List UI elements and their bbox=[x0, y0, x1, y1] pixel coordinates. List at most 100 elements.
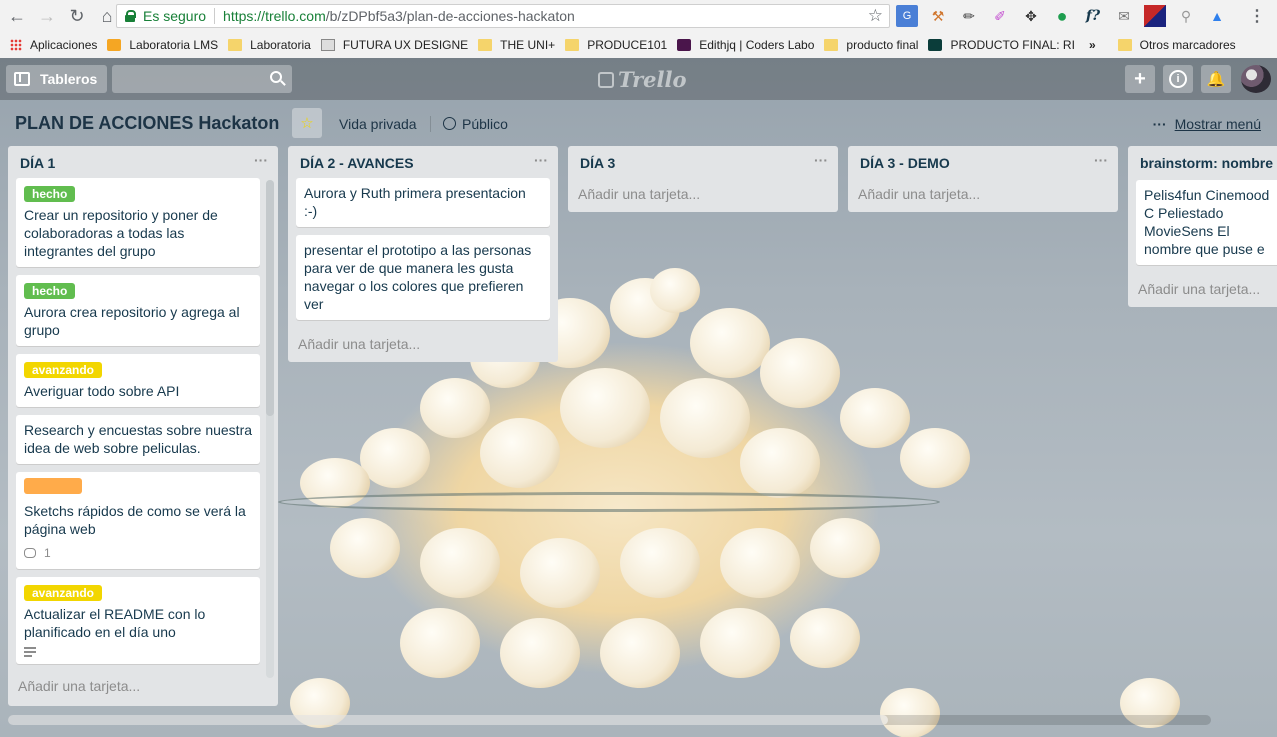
bookmark-laboratoria[interactable]: Laboratoria bbox=[228, 38, 311, 52]
pin-extension-icon[interactable]: ⚲ bbox=[1175, 5, 1197, 27]
list-card[interactable]: hecho Aurora crea repositorio y agrega a… bbox=[16, 275, 260, 346]
card-title: Sketchs rápidos de como se verá la págin… bbox=[24, 503, 246, 537]
bookmark-aplicaciones[interactable]: Aplicaciones bbox=[10, 38, 97, 52]
bookmark-label: Otros marcadores bbox=[1139, 38, 1236, 52]
list-menu-icon[interactable]: ··· bbox=[534, 152, 548, 168]
logo-text: Trello bbox=[618, 67, 687, 92]
notifications-button[interactable]: 🔔 bbox=[1201, 65, 1231, 93]
label-green[interactable]: hecho bbox=[24, 186, 76, 202]
forward-arrow-icon[interactable]: → bbox=[34, 3, 60, 29]
list-card[interactable]: Aurora y Ruth primera presentacion :-) bbox=[296, 178, 550, 227]
star-board-button[interactable]: ☆ bbox=[292, 108, 322, 138]
bookmark-laboratoria-lms[interactable]: Laboratoria LMS bbox=[107, 38, 218, 52]
comments-badge: 1 bbox=[24, 544, 252, 562]
info-icon: i bbox=[1169, 70, 1187, 88]
list-card[interactable]: Pelis4fun Cinemood C Peliestado MovieSen… bbox=[1136, 180, 1277, 265]
trello-logo-icon bbox=[598, 71, 614, 88]
list-title[interactable]: DÍA 3 bbox=[580, 155, 615, 171]
add-card-button[interactable]: Añadir una tarjeta... bbox=[8, 670, 278, 704]
scrollbar-thumb[interactable] bbox=[8, 715, 888, 725]
label-green[interactable]: hecho bbox=[24, 283, 76, 299]
bookmark-producto-final-trello[interactable]: PRODUCTO FINAL: RI bbox=[928, 38, 1075, 52]
list-card[interactable]: avanzando Actualizar el README con lo pl… bbox=[16, 577, 260, 664]
location-extension-icon[interactable]: ● bbox=[1051, 5, 1073, 27]
list-menu-icon[interactable]: ··· bbox=[254, 152, 268, 168]
create-button[interactable]: + bbox=[1125, 65, 1155, 93]
public-visibility-button[interactable]: Público bbox=[443, 116, 508, 132]
add-card-button[interactable]: Añadir una tarjeta... bbox=[848, 178, 1118, 212]
list-card[interactable]: Research y encuestas sobre nuestra idea … bbox=[16, 415, 260, 464]
boards-button[interactable]: Tableros bbox=[6, 65, 108, 93]
bookmark-star-icon[interactable]: ☆ bbox=[868, 6, 883, 26]
list-card[interactable]: presentar el prototipo a las personas pa… bbox=[296, 235, 550, 320]
brush-extension-icon[interactable]: ✐ bbox=[989, 5, 1011, 27]
list-header[interactable]: DÍA 3 ··· bbox=[568, 146, 838, 178]
page-icon bbox=[320, 39, 335, 51]
move-extension-icon[interactable]: ✥ bbox=[1020, 5, 1042, 27]
info-button[interactable]: i bbox=[1163, 65, 1193, 93]
list-title[interactable]: DÍA 3 - DEMO bbox=[860, 155, 950, 171]
comment-icon bbox=[24, 548, 36, 558]
card-title: Aurora crea repositorio y agrega al grup… bbox=[24, 304, 240, 338]
bookmark-the-uni[interactable]: THE UNI+ bbox=[478, 38, 555, 52]
folder-icon bbox=[478, 39, 493, 51]
list-header[interactable]: DÍA 3 - DEMO ··· bbox=[848, 146, 1118, 178]
chrome-menu-icon[interactable]: ⋮ bbox=[1249, 6, 1265, 26]
list-header[interactable]: brainstorm: nombre de pagina bbox=[1128, 146, 1277, 180]
bookmark-label: THE UNI+ bbox=[500, 38, 556, 52]
globe-icon bbox=[443, 117, 456, 130]
other-bookmarks[interactable]: Otros marcadores bbox=[1117, 38, 1236, 52]
card-title: Actualizar el README con lo planificado … bbox=[24, 606, 206, 640]
drive-extension-icon[interactable]: ▲ bbox=[1206, 5, 1228, 27]
font-extension-icon[interactable]: f? bbox=[1082, 5, 1104, 27]
list-header[interactable]: DÍA 1 ··· bbox=[8, 146, 278, 178]
avatar[interactable] bbox=[1241, 65, 1271, 93]
bookmark-produce101[interactable]: PRODUCE101 bbox=[565, 38, 667, 52]
show-menu-button[interactable]: ··· Mostrar menú bbox=[1153, 116, 1261, 132]
add-card-button[interactable]: Añadir una tarjeta... bbox=[288, 328, 558, 362]
label-yellow[interactable]: avanzando bbox=[24, 585, 103, 601]
list-menu-icon[interactable]: ··· bbox=[1094, 152, 1108, 168]
list-title[interactable]: DÍA 2 - AVANCES bbox=[300, 155, 414, 171]
translate-extension-icon[interactable]: G bbox=[896, 5, 918, 27]
label-orange[interactable] bbox=[24, 478, 82, 494]
board-horizontal-scrollbar[interactable] bbox=[8, 715, 1211, 725]
more-bookmarks-button[interactable]: » bbox=[1089, 38, 1096, 52]
secure-label: Es seguro bbox=[143, 8, 207, 24]
flag-extension-icon[interactable] bbox=[1144, 5, 1166, 27]
list-scrollbar[interactable] bbox=[266, 180, 274, 416]
board-title[interactable]: PLAN DE ACCIONES Hackaton bbox=[15, 113, 279, 134]
board-header: PLAN DE ACCIONES Hackaton ☆ Vida privada… bbox=[0, 100, 1277, 144]
trello-logo[interactable]: Trello bbox=[598, 67, 687, 92]
boards-icon bbox=[14, 72, 30, 86]
bookmark-label: Laboratoria LMS bbox=[129, 38, 219, 52]
lms-icon bbox=[107, 39, 122, 51]
add-card-button[interactable]: Añadir una tarjeta... bbox=[1128, 273, 1277, 307]
list-card[interactable]: Sketchs rápidos de como se verá la págin… bbox=[16, 472, 260, 569]
url-host: https://trello.com bbox=[223, 8, 326, 24]
address-bar[interactable]: Es seguro https://trello.com/b/zDPbf5a3/… bbox=[116, 4, 890, 28]
team-visibility-button[interactable]: Vida privada bbox=[339, 116, 417, 132]
hammer-extension-icon[interactable]: ⚒ bbox=[927, 5, 949, 27]
search-input[interactable] bbox=[112, 65, 292, 93]
back-arrow-icon[interactable]: ← bbox=[4, 3, 30, 29]
list-card[interactable]: avanzando Averiguar todo sobre API bbox=[16, 354, 260, 407]
bookmark-producto-final[interactable]: producto final bbox=[824, 38, 918, 52]
list-brainstorm: brainstorm: nombre de pagina Pelis4fun C… bbox=[1128, 146, 1277, 307]
list-card[interactable]: hecho Crear un repositorio y poner de co… bbox=[16, 178, 260, 267]
list-title[interactable]: DÍA 1 bbox=[20, 155, 55, 171]
search-icon[interactable] bbox=[270, 71, 282, 83]
eyedropper-extension-icon[interactable]: ✏ bbox=[958, 5, 980, 27]
folder-icon bbox=[565, 39, 580, 51]
bookmark-futura-ux[interactable]: FUTURA UX DESIGNE bbox=[320, 38, 468, 52]
star-icon: ☆ bbox=[300, 115, 314, 132]
gmail-extension-icon[interactable]: ✉ bbox=[1113, 5, 1135, 27]
bookmark-edithjq[interactable]: Edithjq | Coders Labo bbox=[677, 38, 814, 52]
reload-icon[interactable]: ↻ bbox=[64, 3, 90, 29]
list-header[interactable]: DÍA 2 - AVANCES ··· bbox=[288, 146, 558, 178]
list-title[interactable]: brainstorm: nombre de pagina bbox=[1140, 155, 1277, 171]
secure-indicator[interactable]: Es seguro bbox=[117, 8, 206, 24]
label-yellow[interactable]: avanzando bbox=[24, 362, 103, 378]
list-menu-icon[interactable]: ··· bbox=[814, 152, 828, 168]
add-card-button[interactable]: Añadir una tarjeta... bbox=[568, 178, 838, 212]
